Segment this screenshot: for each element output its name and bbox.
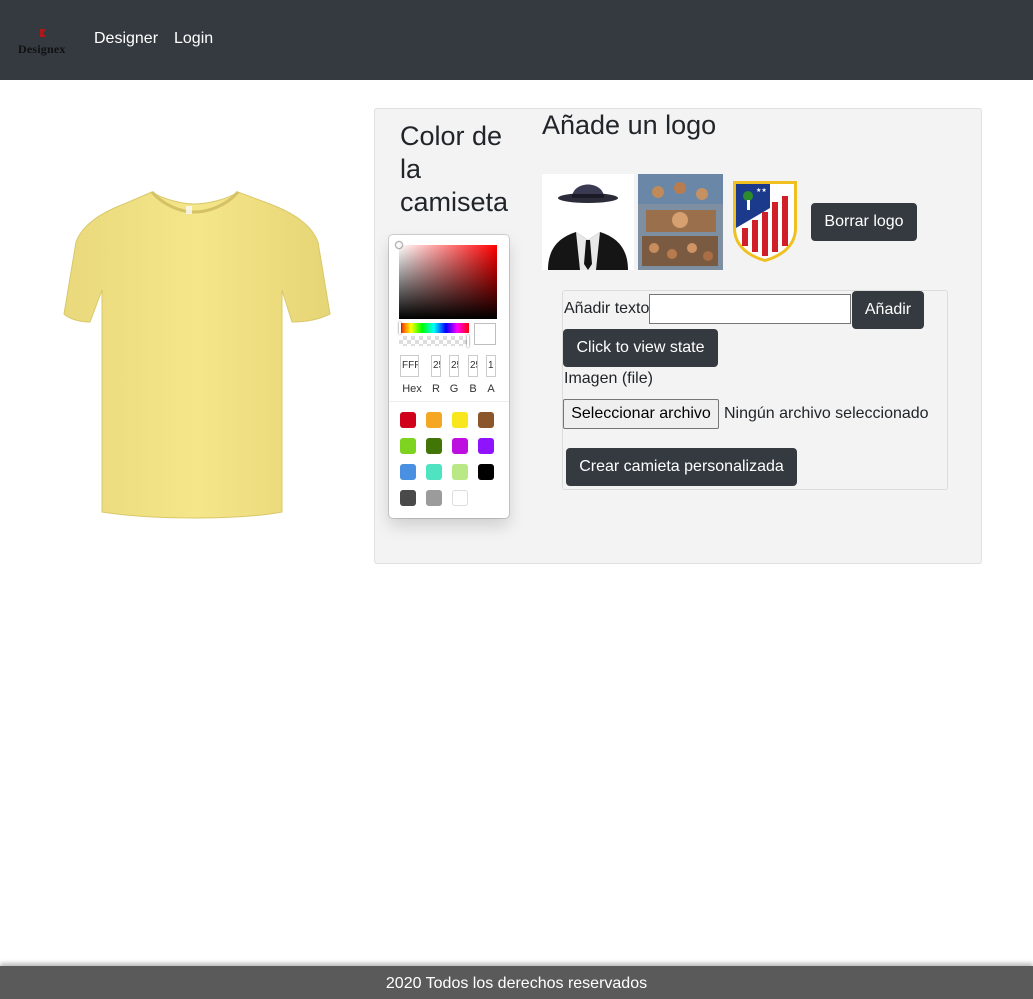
saturation-area[interactable] [399,245,497,319]
hex-label: Hex [402,383,422,395]
b-field[interactable]: 255 [468,355,478,377]
nav-link-designer[interactable]: Designer [94,30,158,48]
color-picker: FFF 255 255 255 1 Hex R G B A [389,235,509,518]
g-field[interactable]: 255 [449,355,459,377]
a-field[interactable]: 1 [486,355,496,377]
swatch-black[interactable] [478,464,494,480]
swatch-red[interactable] [400,412,416,428]
footer: 2020 Todos los derechos reservados [0,966,1033,999]
navbar: Designex Designer Login [0,0,1033,80]
picker-divider [389,401,509,402]
alpha-cursor[interactable] [467,335,469,347]
swatch-magenta[interactable] [452,438,468,454]
fresco-painting-icon[interactable] [638,174,723,270]
alpha-slider[interactable] [399,335,469,347]
swatch-pale-green[interactable] [452,464,468,480]
create-shirt-button[interactable]: Crear camieta personalizada [566,448,797,486]
r-label: R [432,383,440,395]
color-section-title: Color de la camiseta [400,121,509,217]
saturation-cursor[interactable] [397,243,401,247]
nav-link-login[interactable]: Login [174,30,213,48]
hue-cursor[interactable] [399,322,401,334]
view-state-button[interactable]: Click to view state [563,329,718,367]
logo-section-title: Añade un logo [542,110,717,140]
image-file-label: Imagen (file) [564,370,653,387]
a-label: A [487,383,495,395]
swatch-purple[interactable] [478,438,494,454]
select-file-button[interactable]: Seleccionar archivo [563,399,719,429]
footer-text: 2020 Todos los derechos reservados [385,975,648,992]
add-text-button[interactable]: Añadir [852,291,924,329]
swatch-white[interactable] [452,490,468,506]
swatch-blue[interactable] [400,464,416,480]
brand-logo[interactable]: Designex [16,22,72,62]
swatch-dark-gray[interactable] [400,490,416,506]
swatch-gray[interactable] [426,490,442,506]
color-preview [474,323,496,345]
swatch-yellow[interactable] [452,412,468,428]
file-status-text: Ningún archivo seleccionado [724,405,929,422]
brand-mark-icon [40,29,46,37]
hue-slider[interactable] [399,322,469,334]
swatch-brown[interactable] [478,412,494,428]
tshirt-preview [63,190,331,519]
r-field[interactable]: 255 [431,355,441,377]
delete-logo-button[interactable]: Borrar logo [811,203,917,241]
football-crest-icon[interactable]: ★★ [730,178,800,264]
swatch-dark-green[interactable] [426,438,442,454]
swatch-orange[interactable] [426,412,442,428]
brand-text: Designex [18,42,66,56]
add-text-label: Añadir texto [564,300,650,317]
svg-text:★★: ★★ [756,187,767,194]
hex-field[interactable]: FFF [400,355,419,377]
bowler-hat-suit-icon[interactable] [542,174,634,270]
swatch-teal[interactable] [426,464,442,480]
b-label: B [469,383,477,395]
swatch-light-green[interactable] [400,438,416,454]
add-text-input[interactable] [649,294,851,324]
g-label: G [449,383,459,395]
